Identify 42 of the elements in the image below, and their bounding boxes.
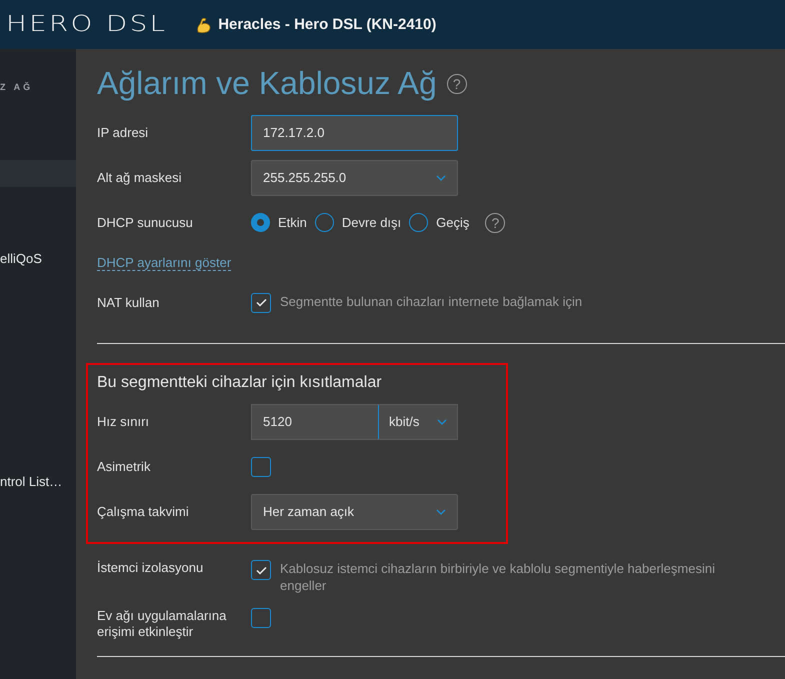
unit-dropdown[interactable]: kbit/s [379,414,457,429]
chevron-down-icon [437,418,447,424]
checkbox[interactable] [251,456,271,476]
field-label: Çalışma takvimi [97,504,190,520]
sidebar-item[interactable]: elliQoS [0,245,76,272]
field-label: İstemci izolasyonu [97,560,204,576]
radio-button[interactable] [409,213,428,232]
flexed-arm-icon [195,16,214,34]
radio-button[interactable] [251,213,270,232]
speed-limit-field[interactable]: 5120 [252,404,379,438]
field-label: IP adresi [97,124,150,140]
field-label: NAT kullan [97,294,160,310]
chevron-down-icon [436,174,446,180]
field-label: Hız sınırı [97,414,150,430]
brand-logo: HERO DSL [6,12,168,37]
checkmark-icon [256,298,266,307]
page-title: Ağlarım ve Kablosuz Ağ [97,65,437,102]
dhcp-settings-link[interactable]: DHCP ayarlarını göster [97,254,232,270]
radio-label[interactable]: Devre dışı [342,215,402,230]
field-label: Ev ağı uygulamalarına erişimi etkinleştir [97,608,228,640]
hint-text: Kablosuz istemci cihazların birbiriyle ve kablolu segmentiyle haberleşmesini engeller [280,560,716,594]
sidebar-item[interactable]: ntrol List… [0,468,76,495]
radio-label[interactable]: Etkin [278,215,307,230]
checkbox[interactable] [251,292,271,312]
dropdown[interactable]: Her zaman açık [251,494,458,530]
hint-text: Segmentte bulunan cihazları internete bağlamak için [280,292,582,310]
field-label: DHCP sunucusu [97,214,194,230]
checkmark-icon [256,566,266,574]
radio-button[interactable] [314,213,334,232]
field-label: Alt ağ maskesi [97,170,183,186]
dropdown[interactable]: 255.255.255.0 [251,160,458,196]
device-name: Heracles - Hero DSL (KN-2410) [218,16,436,33]
help-icon[interactable]: ? [446,74,467,94]
checkbox[interactable] [251,608,271,628]
chevron-down-icon [436,508,446,514]
help-icon[interactable]: ? [485,212,506,232]
ip-address-field[interactable]: 172.17.2.0 [251,114,458,150]
section-title: Bu segmentteki cihazlar için kısıtlamalar [97,374,383,392]
checkbox[interactable] [251,560,271,580]
sidebar-section-title: Z AĞ [0,80,34,94]
radio-label[interactable]: Geçiş [436,215,470,230]
field-label: Asimetrik [97,458,152,474]
